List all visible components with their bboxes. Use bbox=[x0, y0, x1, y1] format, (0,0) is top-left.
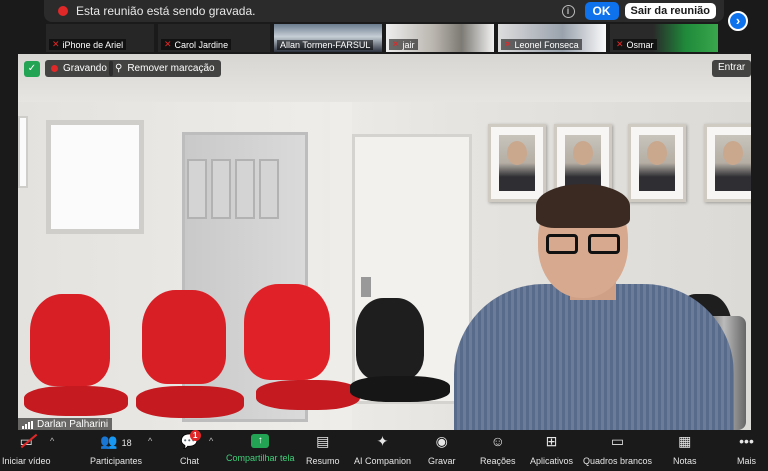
black-chair bbox=[346, 298, 456, 428]
enter-button[interactable]: Entrar bbox=[712, 60, 752, 77]
window bbox=[46, 120, 144, 234]
chat-label: Chat bbox=[180, 456, 200, 466]
notes-icon: ▦ bbox=[678, 433, 692, 449]
recording-indicator[interactable]: Gravando bbox=[45, 60, 113, 77]
thumbnail-tile[interactable]: ✕ jair bbox=[386, 24, 494, 52]
apps-icon: ⊞ bbox=[545, 433, 558, 449]
shield-icon[interactable]: ✓ bbox=[24, 61, 40, 77]
thumbnail-name: jair bbox=[402, 39, 415, 50]
whiteboards-label: Quadros brancos bbox=[583, 456, 653, 466]
chat-button[interactable]: 💬 1 Chat bbox=[180, 430, 201, 466]
more-label: Mais bbox=[737, 456, 757, 466]
thumbnail-name: Osmar bbox=[626, 39, 654, 50]
record-icon: ◉ bbox=[435, 433, 448, 449]
thumbnail-tile[interactable]: ✕ iPhone de Ariel bbox=[46, 24, 154, 52]
more-icon: ••• bbox=[739, 433, 754, 449]
main-speaker-video bbox=[18, 54, 751, 430]
remove-mark-button[interactable]: ⚲ Remover marcação bbox=[109, 60, 221, 77]
speaker-person bbox=[454, 184, 734, 430]
red-chair bbox=[20, 294, 130, 430]
reactions-button[interactable]: ☺ Reações bbox=[480, 432, 516, 466]
recording-dot-icon bbox=[51, 65, 58, 72]
next-page-button[interactable]: › bbox=[728, 11, 748, 31]
share-screen-icon: ↑ bbox=[251, 434, 270, 448]
thumbnail-name: Carol Jardine bbox=[174, 39, 229, 50]
thumbnail-label: ✕ iPhone de Ariel bbox=[49, 39, 127, 50]
participants-icon: 👥 18 bbox=[100, 433, 132, 449]
mic-off-icon: ✕ bbox=[504, 39, 512, 49]
thumbnail-label: ✕ Leonel Fonseca bbox=[501, 39, 582, 50]
record-label: Gravar bbox=[428, 456, 456, 466]
apps-label: Aplicativos bbox=[530, 456, 574, 466]
pin-icon: ⚲ bbox=[115, 63, 123, 74]
recording-banner-text: Esta reunião está sendo gravada. bbox=[76, 4, 256, 18]
window bbox=[18, 116, 28, 188]
notes-label: Notas bbox=[673, 456, 697, 466]
meeting-toolbar: ▭ Iniciar vídeo ^ 👥 18 Participantes ^ 💬… bbox=[0, 430, 768, 471]
thumbnail-tile[interactable]: Allan Tormen-FARSUL bbox=[274, 24, 382, 52]
record-button[interactable]: ◉ Gravar bbox=[428, 432, 456, 466]
thumbnail-tile[interactable]: ✕ Carol Jardine bbox=[158, 24, 270, 52]
mic-off-icon: ✕ bbox=[616, 39, 624, 49]
summary-icon: ▤ bbox=[316, 433, 330, 449]
start-video-button[interactable]: ▭ Iniciar vídeo bbox=[2, 432, 51, 466]
share-screen-label: Compartilhar tela bbox=[226, 453, 295, 463]
chevron-up-icon[interactable]: ^ bbox=[50, 436, 54, 446]
reactions-label: Reações bbox=[480, 456, 516, 466]
mic-off-icon: ✕ bbox=[392, 39, 400, 49]
start-video-label: Iniciar vídeo bbox=[2, 456, 51, 466]
thumbnail-tile[interactable]: ✕ Osmar bbox=[610, 24, 718, 52]
whiteboards-button[interactable]: ▭ Quadros brancos bbox=[583, 432, 652, 466]
speaker-name: Darlan Palharini bbox=[37, 419, 109, 430]
chevron-up-icon[interactable]: ^ bbox=[209, 436, 213, 446]
thumbnail-label: ✕ jair bbox=[389, 39, 418, 50]
leave-meeting-button[interactable]: Sair da reunião bbox=[624, 3, 716, 19]
recording-banner: Esta reunião está sendo gravada. i OK Sa… bbox=[44, 0, 724, 22]
chevron-up-icon[interactable]: ^ bbox=[148, 436, 152, 446]
ok-button[interactable]: OK bbox=[584, 2, 619, 20]
recording-dot-icon bbox=[58, 6, 68, 16]
share-screen-button[interactable]: ↑ Compartilhar tela bbox=[226, 432, 295, 463]
info-icon[interactable]: i bbox=[561, 4, 575, 18]
remove-mark-label: Remover marcação bbox=[127, 63, 215, 74]
reactions-icon: ☺ bbox=[490, 433, 505, 449]
chat-icon: 💬 1 bbox=[181, 430, 201, 450]
whiteboard-icon: ▭ bbox=[610, 433, 625, 449]
thumbnail-tile[interactable]: ✕ Leonel Fonseca bbox=[498, 24, 606, 52]
thumbnail-label: ✕ Osmar bbox=[613, 39, 657, 50]
recording-label: Gravando bbox=[63, 63, 107, 74]
video-off-icon: ▭ bbox=[19, 433, 33, 449]
thumbnail-name: Allan Tormen-FARSUL bbox=[280, 40, 371, 50]
signal-icon bbox=[22, 420, 33, 429]
thumbnail-name: iPhone de Ariel bbox=[62, 39, 124, 50]
summary-button[interactable]: ▤ Resumo bbox=[306, 432, 340, 466]
mic-off-icon: ✕ bbox=[52, 39, 60, 49]
zoom-meeting-window: Esta reunião está sendo gravada. i OK Sa… bbox=[0, 0, 768, 471]
summary-label: Resumo bbox=[306, 456, 340, 466]
glasses bbox=[546, 234, 622, 254]
apps-button[interactable]: ⊞ Aplicativos bbox=[530, 432, 573, 466]
notes-button[interactable]: ▦ Notas bbox=[673, 432, 697, 466]
participants-button[interactable]: 👥 18 Participantes bbox=[90, 432, 142, 466]
thumbnail-label: Allan Tormen-FARSUL bbox=[277, 40, 374, 50]
sparkle-icon: ✦ bbox=[376, 433, 389, 449]
chat-badge: 1 bbox=[189, 430, 201, 441]
ai-companion-label: AI Companion bbox=[354, 456, 412, 466]
thumbnail-label: ✕ Carol Jardine bbox=[161, 39, 232, 50]
red-chair bbox=[128, 290, 248, 430]
more-button[interactable]: ••• Mais bbox=[737, 432, 756, 466]
ai-companion-button[interactable]: ✦ AI Companion bbox=[354, 432, 411, 466]
thumbnail-name: Leonel Fonseca bbox=[514, 39, 579, 50]
mic-off-icon: ✕ bbox=[164, 39, 172, 49]
participants-count: 18 bbox=[121, 438, 132, 448]
participants-label: Participantes bbox=[90, 456, 143, 466]
